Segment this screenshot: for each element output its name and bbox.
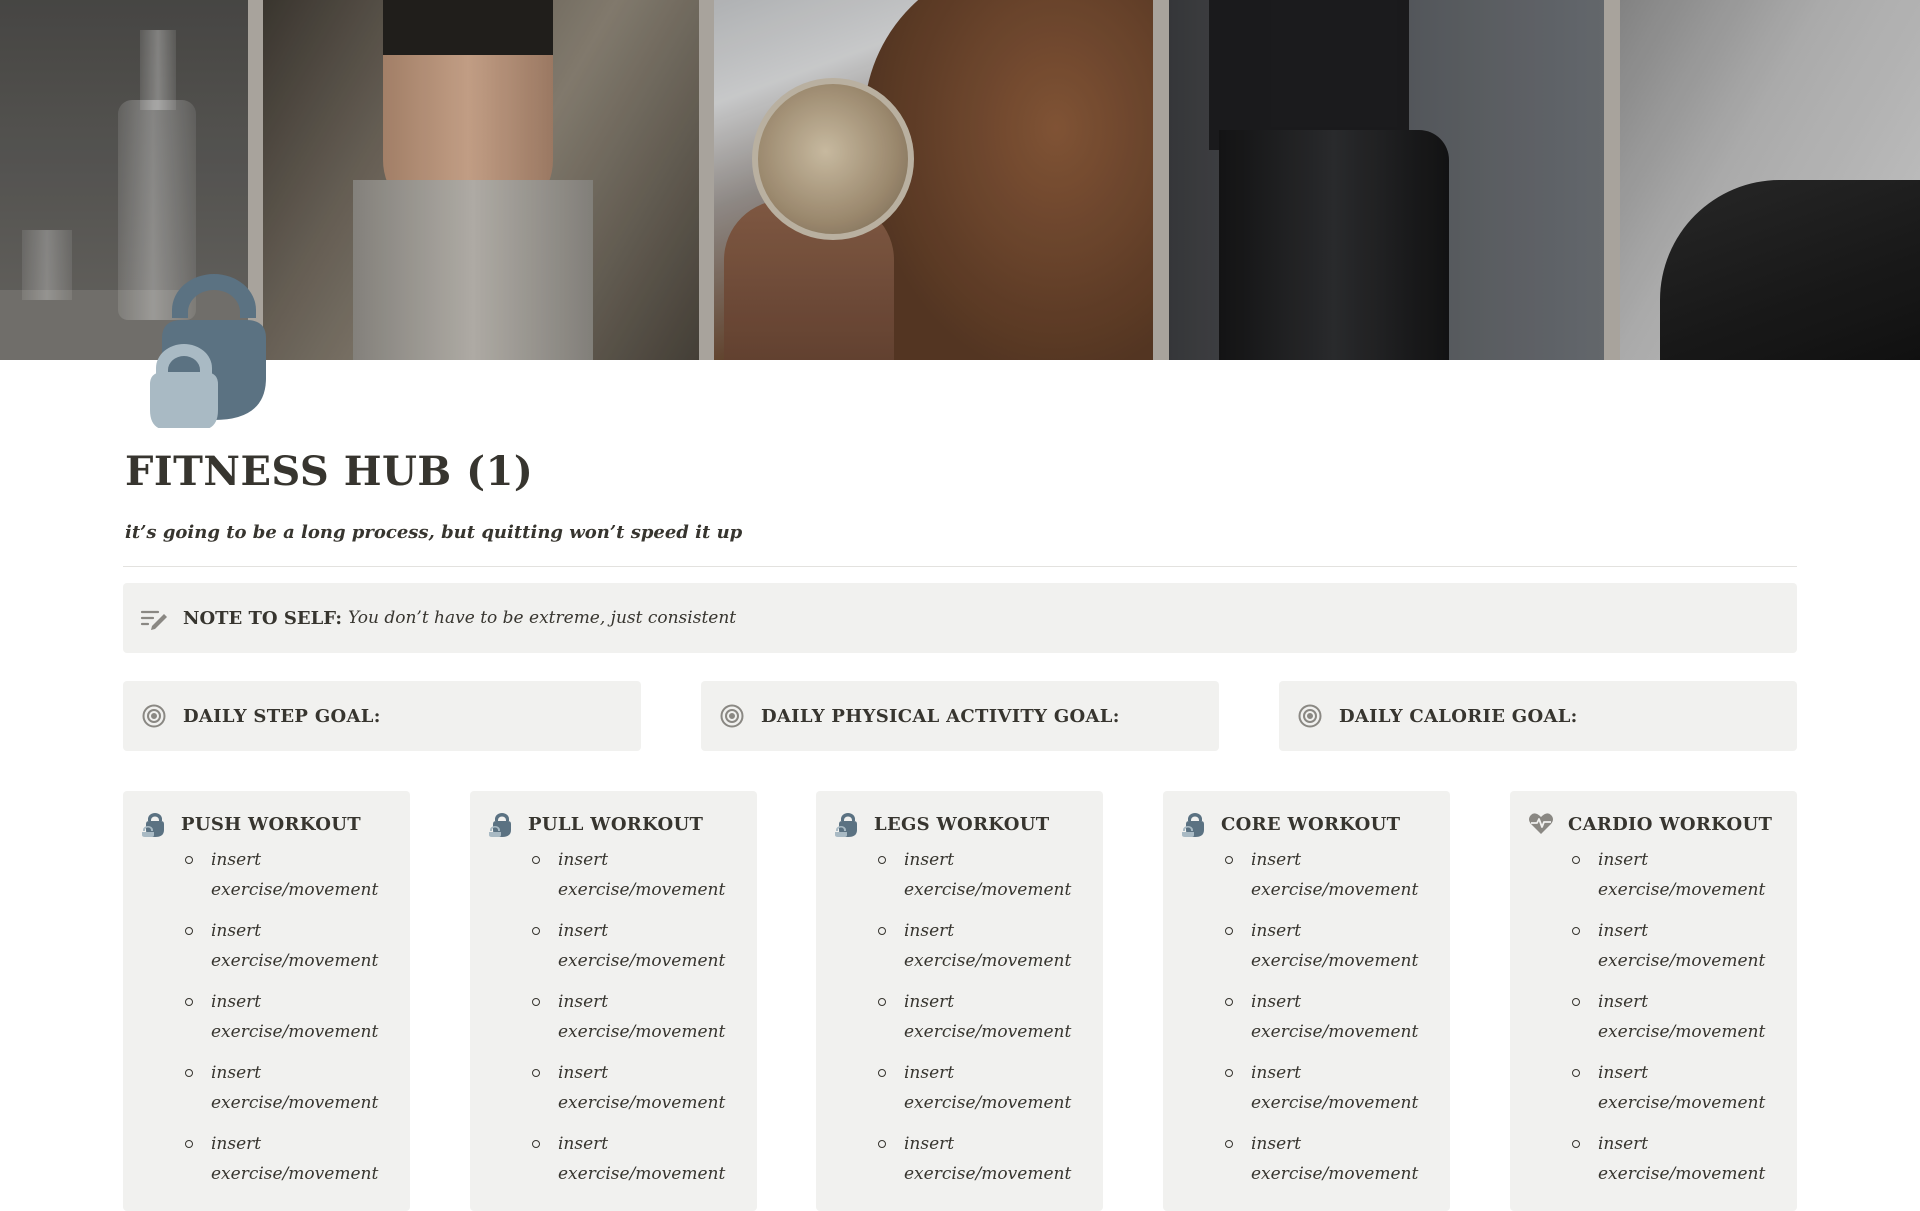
- list-item[interactable]: insert exercise/movement: [1223, 1058, 1418, 1118]
- kettlebell-icon: [1179, 809, 1209, 839]
- divider: [123, 566, 1797, 567]
- list-item[interactable]: insert exercise/movement: [1570, 845, 1765, 905]
- list-item[interactable]: insert exercise/movement: [876, 1129, 1071, 1189]
- list-item[interactable]: insert exercise/movement: [183, 987, 378, 1047]
- list-item[interactable]: insert exercise/movement: [876, 1058, 1071, 1118]
- list-item[interactable]: insert exercise/movement: [183, 845, 378, 905]
- core-workout-callout[interactable]: CORE WORKOUT insert exercise/movement in…: [1163, 791, 1450, 1211]
- list-item[interactable]: insert exercise/movement: [1570, 916, 1765, 976]
- kettlebell-icon[interactable]: [150, 268, 282, 430]
- list-item[interactable]: insert exercise/movement: [183, 1058, 378, 1118]
- exercise-list: insert exercise/movement insert exercise…: [1179, 845, 1450, 1189]
- heart-pulse-icon: [1526, 809, 1556, 839]
- exercise-list: insert exercise/movement insert exercise…: [832, 845, 1103, 1189]
- list-item[interactable]: insert exercise/movement: [876, 845, 1071, 905]
- goal-label: DAILY CALORIE GOAL:: [1339, 705, 1578, 727]
- list-item[interactable]: insert exercise/movement: [530, 1058, 725, 1118]
- workout-title: CARDIO WORKOUT: [1568, 813, 1773, 835]
- daily-activity-goal-callout[interactable]: DAILY PHYSICAL ACTIVITY GOAL:: [701, 681, 1219, 751]
- push-workout-callout[interactable]: PUSH WORKOUT insert exercise/movement in…: [123, 791, 410, 1211]
- note-callout[interactable]: NOTE TO SELF: You don’t have to be extre…: [123, 583, 1797, 653]
- list-item[interactable]: insert exercise/movement: [530, 1129, 725, 1189]
- list-item[interactable]: insert exercise/movement: [1570, 1129, 1765, 1189]
- list-item[interactable]: insert exercise/movement: [530, 845, 725, 905]
- workout-title: CORE WORKOUT: [1221, 813, 1401, 835]
- kettlebell-icon: [832, 809, 862, 839]
- note-label: NOTE TO SELF:: [183, 607, 343, 629]
- list-item[interactable]: insert exercise/movement: [183, 916, 378, 976]
- list-item[interactable]: insert exercise/movement: [1223, 987, 1418, 1047]
- target-icon: [717, 701, 747, 731]
- workout-title: PULL WORKOUT: [528, 813, 704, 835]
- list-item[interactable]: insert exercise/movement: [1223, 916, 1418, 976]
- goal-label: DAILY PHYSICAL ACTIVITY GOAL:: [761, 705, 1120, 727]
- workout-title: LEGS WORKOUT: [874, 813, 1050, 835]
- list-item[interactable]: insert exercise/movement: [876, 916, 1071, 976]
- target-icon: [139, 701, 169, 731]
- pull-workout-callout[interactable]: PULL WORKOUT insert exercise/movement in…: [470, 791, 757, 1211]
- cardio-workout-callout[interactable]: CARDIO WORKOUT insert exercise/movement …: [1510, 791, 1797, 1211]
- daily-step-goal-callout[interactable]: DAILY STEP GOAL:: [123, 681, 641, 751]
- list-item[interactable]: insert exercise/movement: [530, 916, 725, 976]
- list-item[interactable]: insert exercise/movement: [183, 1129, 378, 1189]
- exercise-list: insert exercise/movement insert exercise…: [139, 845, 410, 1189]
- list-item[interactable]: insert exercise/movement: [1570, 987, 1765, 1047]
- cover-image: [0, 0, 1920, 360]
- list-item[interactable]: insert exercise/movement: [530, 987, 725, 1047]
- list-item[interactable]: insert exercise/movement: [1223, 845, 1418, 905]
- page-subtitle: it’s going to be a long process, but qui…: [125, 522, 743, 543]
- note-text: You don’t have to be extreme, just consi…: [348, 608, 737, 628]
- goal-label: DAILY STEP GOAL:: [183, 705, 381, 727]
- exercise-list: insert exercise/movement insert exercise…: [1526, 845, 1797, 1189]
- pencil-lines-icon: [139, 603, 169, 633]
- daily-calorie-goal-callout[interactable]: DAILY CALORIE GOAL:: [1279, 681, 1797, 751]
- kettlebell-icon: [139, 809, 169, 839]
- exercise-list: insert exercise/movement insert exercise…: [486, 845, 757, 1189]
- list-item[interactable]: insert exercise/movement: [1223, 1129, 1418, 1189]
- list-item[interactable]: insert exercise/movement: [1570, 1058, 1765, 1118]
- workout-title: PUSH WORKOUT: [181, 813, 361, 835]
- list-item[interactable]: insert exercise/movement: [876, 987, 1071, 1047]
- legs-workout-callout[interactable]: LEGS WORKOUT insert exercise/movement in…: [816, 791, 1103, 1211]
- kettlebell-icon: [486, 809, 516, 839]
- page-title[interactable]: FITNESS HUB (1): [125, 448, 533, 495]
- target-icon: [1295, 701, 1325, 731]
